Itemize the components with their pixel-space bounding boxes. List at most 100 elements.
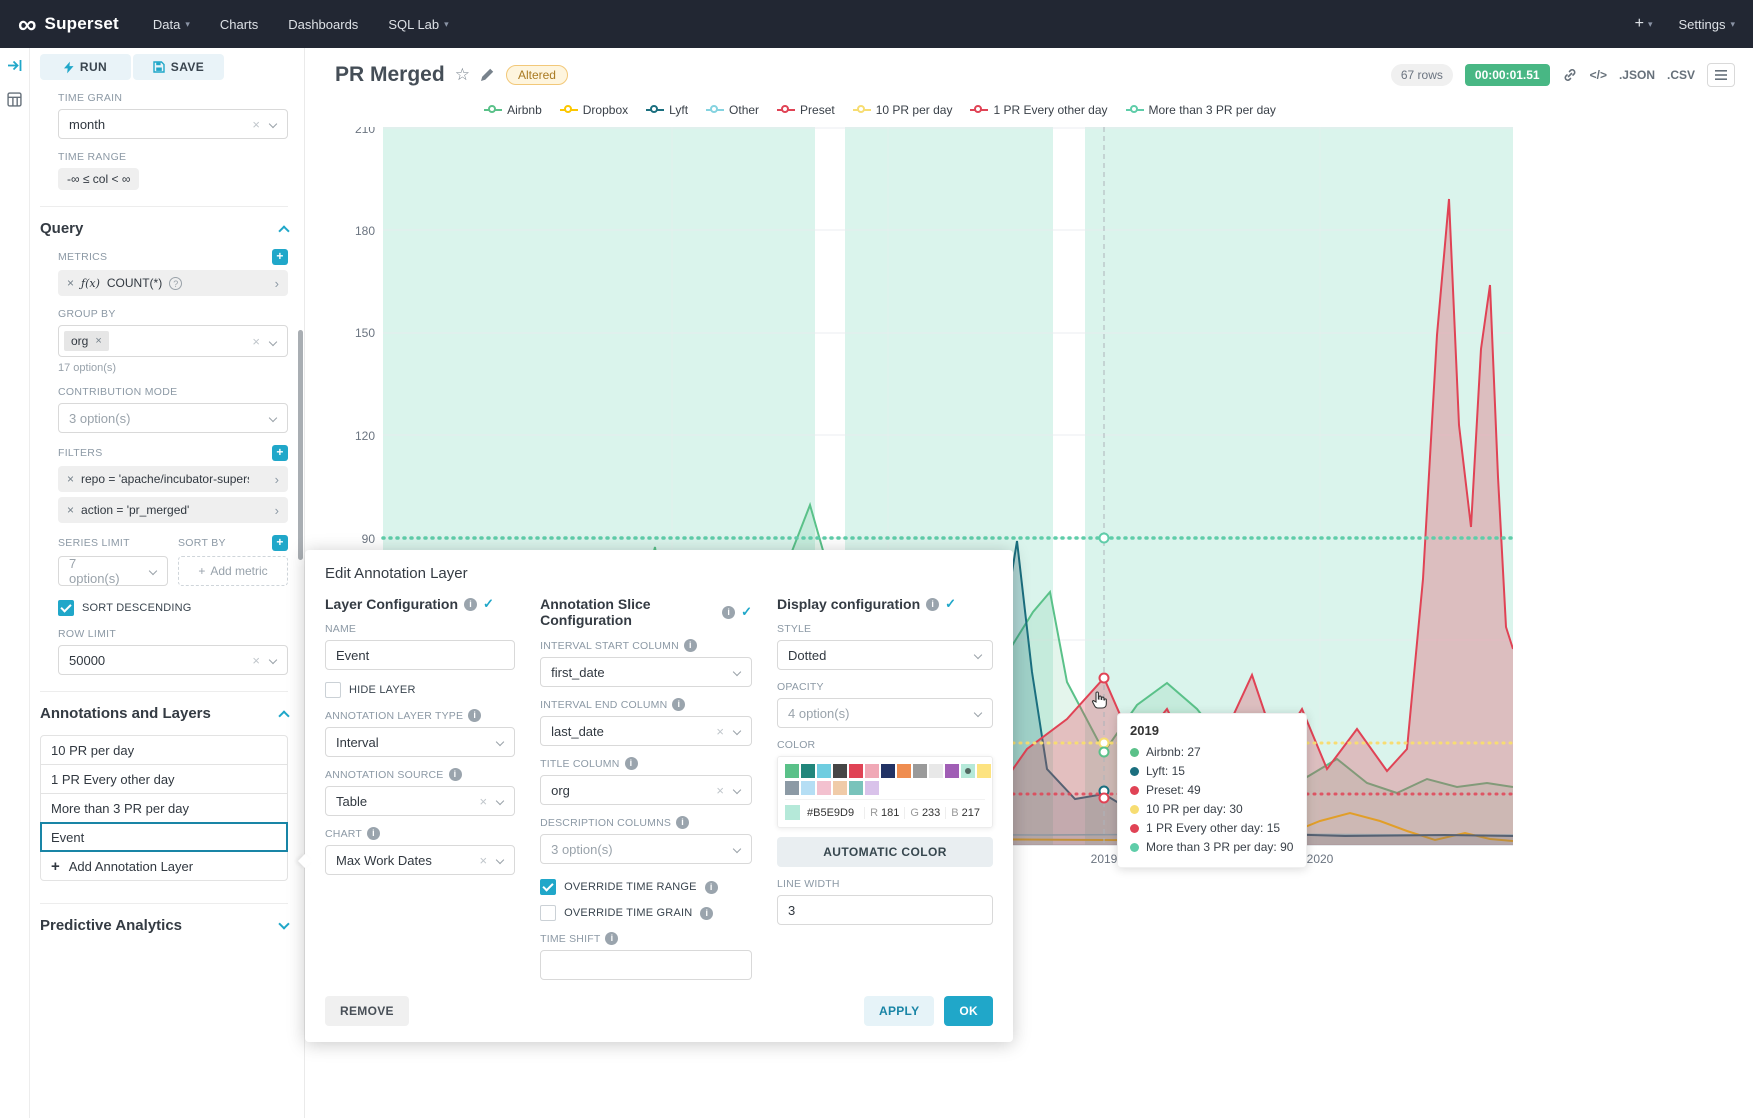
hex-value[interactable]: #B5E9D9	[807, 807, 864, 819]
expand-filter-icon[interactable]: ›	[275, 503, 279, 518]
annotation-layer-item[interactable]: More than 3 PR per day	[40, 793, 288, 823]
add-annotation-layer-button[interactable]: + Add Annotation Layer	[40, 851, 288, 881]
embed-code-icon[interactable]: </>	[1590, 68, 1607, 82]
expand-metric-icon[interactable]: ›	[275, 276, 279, 291]
time-grain-select[interactable]: month ×	[58, 109, 288, 139]
color-swatch[interactable]	[785, 764, 799, 778]
color-swatch[interactable]	[833, 764, 847, 778]
expand-filter-icon[interactable]: ›	[275, 472, 279, 487]
color-swatch[interactable]	[865, 781, 879, 795]
legend-item[interactable]: Dropbox	[560, 103, 628, 117]
info-icon[interactable]: i	[676, 816, 689, 829]
series-limit-select[interactable]: 7 option(s)	[58, 556, 168, 586]
color-swatch[interactable]	[945, 764, 959, 778]
favorite-star-icon[interactable]: ☆	[455, 65, 470, 85]
time-range-value[interactable]: -∞ ≤ col < ∞	[58, 168, 139, 190]
apply-button[interactable]: APPLY	[864, 996, 934, 1026]
clear-icon[interactable]: ×	[480, 854, 488, 867]
superset-brand[interactable]: ∞ Superset	[18, 12, 119, 36]
rgb-b-value[interactable]: B217	[945, 807, 985, 819]
clear-icon[interactable]: ×	[716, 784, 724, 797]
color-swatch[interactable]	[913, 764, 927, 778]
annotation-layer-item[interactable]: 10 PR per day	[40, 735, 288, 765]
clear-icon[interactable]: ×	[252, 334, 260, 349]
color-swatch[interactable]	[817, 764, 831, 778]
nav-item-dashboards[interactable]: Dashboards	[288, 17, 358, 32]
add-new-menu[interactable]: +▾	[1635, 15, 1653, 33]
color-swatch[interactable]	[785, 781, 799, 795]
metric-pill[interactable]: × ƒ(x) COUNT(*) ? ›	[58, 270, 288, 296]
info-icon[interactable]: i	[684, 639, 697, 652]
description-columns-select[interactable]: 3 option(s)	[540, 834, 752, 864]
expand-datasource-panel-icon[interactable]	[7, 58, 22, 78]
clear-icon[interactable]: ×	[716, 725, 724, 738]
color-swatch-selected[interactable]	[961, 764, 975, 778]
add-sort-metric-button[interactable]: +	[272, 535, 288, 551]
color-swatch[interactable]	[849, 764, 863, 778]
color-swatch[interactable]	[897, 764, 911, 778]
legend-item[interactable]: More than 3 PR per day	[1126, 103, 1276, 117]
filter-pill[interactable]: × action = 'pr_merged' ›	[58, 497, 288, 523]
legend-item[interactable]: 10 PR per day	[853, 103, 953, 117]
clear-icon[interactable]: ×	[252, 654, 260, 667]
color-swatch[interactable]	[817, 781, 831, 795]
info-icon[interactable]: i	[367, 827, 380, 840]
run-button[interactable]: RUN	[40, 54, 131, 80]
remove-filter-icon[interactable]: ×	[67, 503, 74, 517]
opacity-select[interactable]: 4 option(s)	[777, 698, 993, 728]
color-swatch[interactable]	[801, 764, 815, 778]
interval-start-column-select[interactable]: first_date	[540, 657, 752, 687]
time-shift-input[interactable]	[540, 950, 752, 980]
legend-item[interactable]: Airbnb	[484, 103, 542, 117]
altered-badge[interactable]: Altered	[506, 65, 568, 85]
group-by-select[interactable]: org × ×	[58, 325, 288, 357]
share-link-icon[interactable]	[1562, 67, 1578, 83]
info-icon[interactable]: i	[449, 768, 462, 781]
sort-by-add-metric[interactable]: + Add metric	[178, 556, 288, 586]
remove-button[interactable]: REMOVE	[325, 996, 409, 1026]
title-column-select[interactable]: org×	[540, 775, 752, 805]
annotation-layer-item-selected[interactable]: Event	[40, 822, 288, 852]
annotation-source-select[interactable]: Table×	[325, 786, 515, 816]
row-limit-select[interactable]: 50000 ×	[58, 645, 288, 675]
chart-menu-button[interactable]	[1707, 63, 1735, 87]
override-time-range-checkbox[interactable]	[540, 879, 556, 895]
add-metric-button[interactable]: +	[272, 249, 288, 265]
automatic-color-button[interactable]: AUTOMATIC COLOR	[777, 837, 993, 867]
panel-scrollbar[interactable]	[298, 330, 303, 560]
clear-icon[interactable]: ×	[252, 118, 260, 131]
filter-pill[interactable]: × repo = 'apache/incubator-supers... ›	[58, 466, 288, 492]
sort-descending-checkbox[interactable]	[58, 600, 74, 616]
edit-title-icon[interactable]	[480, 68, 494, 82]
color-swatch[interactable]	[881, 764, 895, 778]
style-select[interactable]: Dotted	[777, 640, 993, 670]
info-icon[interactable]: i	[625, 757, 638, 770]
remove-metric-icon[interactable]: ×	[67, 276, 74, 290]
info-icon[interactable]: i	[605, 932, 618, 945]
chart-select[interactable]: Max Work Dates×	[325, 845, 515, 875]
line-width-input[interactable]	[777, 895, 993, 925]
ok-button[interactable]: OK	[944, 996, 993, 1026]
annotation-layer-type-select[interactable]: Interval	[325, 727, 515, 757]
color-swatch[interactable]	[833, 781, 847, 795]
info-icon[interactable]: i	[700, 907, 713, 920]
rgb-g-value[interactable]: G233	[904, 807, 945, 819]
info-icon[interactable]: i	[926, 598, 939, 611]
nav-item-sql-lab[interactable]: SQL Lab▾	[388, 17, 448, 32]
legend-item[interactable]: 1 PR Every other day	[970, 103, 1107, 117]
remove-filter-icon[interactable]: ×	[67, 472, 74, 486]
info-icon[interactable]: i	[672, 698, 685, 711]
group-by-tag[interactable]: org ×	[64, 331, 109, 351]
settings-menu[interactable]: Settings▾	[1678, 17, 1735, 32]
hide-layer-checkbox[interactable]	[325, 682, 341, 698]
color-swatch[interactable]	[865, 764, 879, 778]
add-filter-button[interactable]: +	[272, 445, 288, 461]
remove-tag-icon[interactable]: ×	[95, 335, 101, 347]
contribution-mode-select[interactable]: 3 option(s)	[58, 403, 288, 433]
info-icon[interactable]: i	[468, 709, 481, 722]
color-swatch[interactable]	[849, 781, 863, 795]
annotations-section-header[interactable]: Annotations and Layers	[40, 705, 288, 722]
query-section-header[interactable]: Query	[40, 220, 288, 237]
info-icon[interactable]: i	[705, 881, 718, 894]
info-icon[interactable]: i	[722, 606, 735, 619]
